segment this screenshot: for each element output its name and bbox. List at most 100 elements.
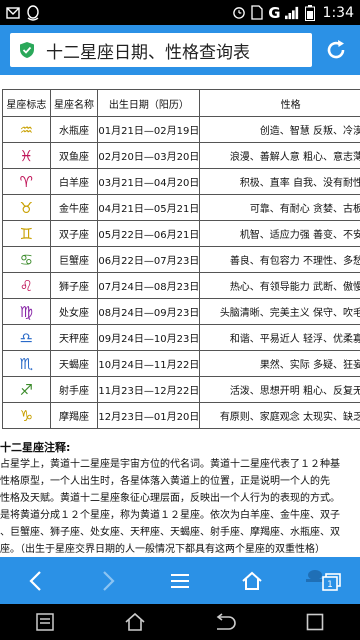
notes-line: 占星学上，黄道十二星座是宇宙方位的代名词。黄道十二星座代表了１２种基 xyxy=(0,459,340,470)
zodiac-date-range: 03月21日—04月20日 xyxy=(97,168,201,195)
house-icon xyxy=(125,612,145,631)
menu-button[interactable] xyxy=(144,557,216,604)
zodiac-symbol-icon: ♍ xyxy=(19,302,34,321)
notes-line: 是将黄道分成１２个星座，称为黄道１２星座。依次为白羊座、金牛座、双子 xyxy=(0,510,340,521)
zodiac-traits: 机智、适应力强 善变、不安 xyxy=(199,220,360,247)
refresh-icon[interactable] xyxy=(324,38,348,62)
tabs-icon: 1 xyxy=(322,573,341,591)
square-icon xyxy=(306,613,324,631)
zodiac-date-range: 08月24日—09月23日 xyxy=(97,298,201,325)
table-row: ♍ 处女座 08月24日—09月23日 头脑清晰、完美主义 保守、吹毛 xyxy=(2,298,360,325)
sim-card-icon xyxy=(250,5,264,20)
zodiac-traits: 可靠、有耐心 贪婪、古板 xyxy=(199,194,360,221)
symbol-cell: ♎ xyxy=(2,324,51,351)
table-row: ♒ 水瓶座 01月21日—02月19日 创造、智慧 反叛、冷漠 xyxy=(2,116,360,143)
battery-icon xyxy=(303,4,317,21)
svg-text:1: 1 xyxy=(327,580,333,590)
zodiac-symbol-icon: ♏ xyxy=(19,354,34,373)
zodiac-symbol-icon: ♊ xyxy=(19,224,34,243)
zodiac-name: 摩羯座 xyxy=(49,402,99,429)
table-row: ♋ 巨蟹座 06月22日—07月23日 善良、有包容力 不理性、多愁 xyxy=(2,246,360,273)
symbol-cell: ♉ xyxy=(2,194,51,221)
recent-apps-button[interactable] xyxy=(25,607,65,637)
browser-address-bar: 十二星座日期、性格查询表 xyxy=(0,25,360,75)
network-type-label: G xyxy=(268,3,281,22)
secure-shield-icon xyxy=(20,42,34,58)
zodiac-table: 星座标志 星座名称 出生日期（阳历） 性格 ♒ 水瓶座 01月21日—02月19日创… xyxy=(2,89,360,429)
table-row: ♉ 金牛座 04月21日—05月21日 可靠、有耐心 贪婪、古板 xyxy=(2,194,360,221)
recent-apps-icon xyxy=(36,613,54,631)
zodiac-name: 巨蟹座 xyxy=(49,246,99,273)
zodiac-date-range: 09月24日—10月23日 xyxy=(97,324,201,351)
symbol-cell: ♒ xyxy=(2,116,51,143)
zodiac-symbol-icon: ♈ xyxy=(19,172,34,191)
symbol-cell: ♌ xyxy=(2,272,51,299)
zodiac-date-range: 11月23日—12月22日 xyxy=(97,376,201,403)
zodiac-date-range: 01月21日—02月19日 xyxy=(97,116,201,143)
table-row: ♌ 狮子座 07月24日—08月23日 热心、有领导能力 武断、傲慢 xyxy=(2,272,360,299)
zodiac-name: 处女座 xyxy=(49,298,99,325)
alarm-icon xyxy=(232,6,246,20)
zodiac-name: 天秤座 xyxy=(49,324,99,351)
table-row: ♏ 天蝎座 10月24日—11月22日 果然、实际 多疑、狂妄 xyxy=(2,350,360,377)
clock-time: 1:34 xyxy=(322,4,354,21)
zodiac-symbol-icon: ♉ xyxy=(19,198,34,217)
header-symbol: 星座标志 xyxy=(2,89,51,117)
zodiac-date-range: 10月24日—11月22日 xyxy=(97,350,201,377)
tabs-button[interactable]: 1 xyxy=(288,557,360,604)
back-arrow-icon xyxy=(216,613,236,630)
zodiac-date-range: 06月22日—07月23日 xyxy=(97,246,201,273)
table-row: ♊ 双子座 05月22日—06月21日 机智、适应力强 善变、不安 xyxy=(2,220,360,247)
zodiac-traits: 和谐、平易近人 轻浮、优柔寡 xyxy=(199,324,360,351)
back-button[interactable] xyxy=(0,557,72,604)
symbol-cell: ♑ xyxy=(2,402,51,429)
back-nav-button[interactable] xyxy=(205,607,245,637)
overview-nav-button[interactable] xyxy=(295,607,335,637)
zodiac-date-range: 12月23日—01月20日 xyxy=(97,402,201,429)
zodiac-name: 白羊座 xyxy=(49,168,99,195)
zodiac-name: 射手座 xyxy=(49,376,99,403)
home-nav-button[interactable] xyxy=(115,607,155,637)
home-button[interactable] xyxy=(216,557,288,604)
zodiac-traits: 积极、直率 自我、没有耐性 xyxy=(199,168,360,195)
zodiac-symbol-icon: ♋ xyxy=(19,250,34,269)
browser-toolbar: 1 xyxy=(0,557,360,604)
header-date: 出生日期（阳历） xyxy=(97,89,201,117)
signal-icon xyxy=(284,6,299,20)
notes-line: 性格原型，一个人出生时，各星体落入黄道上的位置，正是说明一个人的先 xyxy=(0,476,330,487)
zodiac-symbol-icon: ♓ xyxy=(19,146,34,165)
table-row: ♑ 摩羯座 12月23日—01月20日 有原则、家庭观念 太现实、缺乏 xyxy=(2,402,360,429)
header-name: 星座名称 xyxy=(49,89,99,117)
symbol-cell: ♍ xyxy=(2,298,51,325)
zodiac-name: 水瓶座 xyxy=(49,116,99,143)
zodiac-name: 双鱼座 xyxy=(49,142,99,169)
table-row: ♈ 白羊座 03月21日—04月20日 积极、直率 自我、没有耐性 xyxy=(2,168,360,195)
zodiac-traits: 头脑清晰、完美主义 保守、吹毛 xyxy=(199,298,360,325)
zodiac-name: 双子座 xyxy=(49,220,99,247)
symbol-cell: ♐ xyxy=(2,376,51,403)
page-content[interactable]: 星座标志 星座名称 出生日期（阳历） 性格 ♒ 水瓶座 01月21日—02月19日创… xyxy=(0,75,360,557)
forward-button[interactable] xyxy=(72,557,144,604)
zodiac-date-range: 04月21日—05月21日 xyxy=(97,194,201,221)
zodiac-name: 天蝎座 xyxy=(49,350,99,377)
zodiac-symbol-icon: ♐ xyxy=(19,380,34,399)
symbol-cell: ♈ xyxy=(2,168,51,195)
zodiac-symbol-icon: ♑ xyxy=(19,406,34,425)
zodiac-traits: 有原则、家庭观念 太现实、缺乏 xyxy=(199,402,360,429)
zodiac-traits: 活泼、思想开明 粗心、反复无 xyxy=(199,376,360,403)
table-header-row: 星座标志 星座名称 出生日期（阳历） 性格 xyxy=(2,89,360,117)
zodiac-notes: 十二星座注释: 占星学上，黄道十二星座是宇宙方位的代名词。黄道十二星座代表了１２… xyxy=(0,439,360,557)
status-bar: G 1:34 xyxy=(0,0,360,25)
zodiac-date-range: 02月20日—03月20日 xyxy=(97,142,201,169)
notes-line: 座。（出生于星座交界日期的人一般情况下都具有这两个星座的双重性格） xyxy=(0,544,325,555)
table-row: ♎ 天秤座 09月24日—10月23日 和谐、平易近人 轻浮、优柔寡 xyxy=(2,324,360,351)
zodiac-date-range: 07月24日—08月23日 xyxy=(97,272,201,299)
symbol-cell: ♊ xyxy=(2,220,51,247)
table-row: ♓ 双鱼座 02月20日—03月20日 浪漫、善解人意 粗心、意志薄 xyxy=(2,142,360,169)
home-icon xyxy=(242,571,262,590)
url-field[interactable]: 十二星座日期、性格查询表 xyxy=(10,33,312,67)
qq-icon xyxy=(26,4,40,21)
zodiac-symbol-icon: ♎ xyxy=(19,328,34,347)
zodiac-symbol-icon: ♌ xyxy=(19,276,34,295)
zodiac-traits: 善良、有包容力 不理性、多愁 xyxy=(199,246,360,273)
